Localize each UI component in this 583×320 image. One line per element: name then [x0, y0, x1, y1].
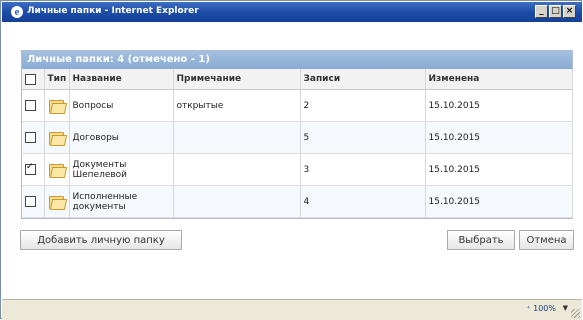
select-all-header[interactable] — [22, 69, 45, 90]
select-all-checkbox[interactable] — [25, 73, 36, 85]
note-cell — [173, 153, 301, 186]
dialog-content: Личные папки: 4 (отмечено - 1) Тип Назва… — [2, 22, 582, 299]
table-header-row: Тип Название Примечание Записи Изменена — [22, 69, 573, 90]
close-button[interactable]: × — [563, 5, 576, 18]
modified-cell: 15.10.2015 — [425, 153, 573, 186]
table-row[interactable]: Договоры 5 15.10.2015 — [22, 121, 573, 154]
select-button[interactable]: Выбрать — [447, 230, 515, 250]
row-checkbox[interactable] — [25, 132, 36, 143]
internet-explorer-icon: e — [11, 6, 23, 18]
row-select-cell[interactable] — [22, 153, 45, 186]
records-cell: 3 — [300, 153, 426, 186]
records-cell: 4 — [300, 185, 426, 218]
table-title: Личные папки: 4 (отмечено - 1) — [22, 51, 572, 69]
table-row[interactable]: Исполненные документы 4 15.10.2015 — [22, 185, 573, 218]
row-checkbox[interactable] — [25, 196, 36, 207]
folder-icon — [48, 99, 67, 114]
row-checkbox[interactable] — [25, 162, 36, 175]
title-bar: e Личные папки - Internet Explorer _ □ × — [2, 2, 582, 22]
folder-name-cell[interactable]: Документы Шепелевой — [69, 153, 174, 186]
row-select-cell[interactable] — [22, 89, 45, 122]
table-row[interactable]: Вопросы открытые 2 15.10.2015 — [22, 89, 573, 122]
browser-window: e Личные папки - Internet Explorer _ □ ×… — [0, 0, 582, 320]
modified-cell: 15.10.2015 — [425, 185, 573, 218]
folder-icon — [48, 131, 67, 146]
folder-name-cell[interactable]: Договоры — [69, 121, 174, 154]
note-cell — [173, 185, 301, 218]
type-cell — [44, 153, 70, 186]
note-cell — [173, 121, 301, 154]
modified-cell: 15.10.2015 — [425, 121, 573, 154]
add-folder-button[interactable]: Добавить личную папку — [20, 230, 182, 250]
folders-table: Личные папки: 4 (отмечено - 1) Тип Назва… — [21, 50, 573, 219]
records-cell: 2 — [300, 89, 426, 122]
column-header-type[interactable]: Тип — [44, 69, 70, 90]
status-bar: ⁺ 100% ▼ — [2, 299, 582, 320]
type-cell — [44, 121, 70, 154]
folder-name-cell[interactable]: Вопросы — [69, 89, 174, 122]
column-header-modified[interactable]: Изменена — [425, 69, 573, 90]
row-checkbox[interactable] — [25, 100, 36, 111]
row-select-cell[interactable] — [22, 121, 45, 154]
chevron-down-icon[interactable]: ▼ — [563, 304, 568, 312]
folder-name-cell[interactable]: Исполненные документы — [69, 185, 174, 218]
table-row[interactable]: Документы Шепелевой 315.10.2015 — [22, 153, 573, 186]
note-cell: открытые — [173, 89, 301, 122]
window-controls: _ □ × — [535, 5, 576, 18]
minimize-button[interactable]: _ — [535, 5, 548, 18]
cancel-button[interactable]: Отмена — [519, 230, 574, 250]
type-cell — [44, 185, 70, 218]
row-select-cell[interactable] — [22, 185, 45, 218]
modified-cell: 15.10.2015 — [425, 89, 573, 122]
records-cell: 5 — [300, 121, 426, 154]
type-cell — [44, 89, 70, 122]
resize-grip-icon[interactable] — [571, 309, 580, 318]
column-header-note[interactable]: Примечание — [173, 69, 301, 90]
zoom-level[interactable]: ⁺ 100% — [526, 304, 556, 313]
maximize-button[interactable]: □ — [549, 5, 562, 18]
window-title: Личные папки - Internet Explorer — [27, 6, 199, 16]
folder-icon — [48, 195, 67, 210]
column-header-records[interactable]: Записи — [300, 69, 426, 90]
folder-icon — [48, 163, 67, 178]
column-header-name[interactable]: Название — [69, 69, 174, 90]
